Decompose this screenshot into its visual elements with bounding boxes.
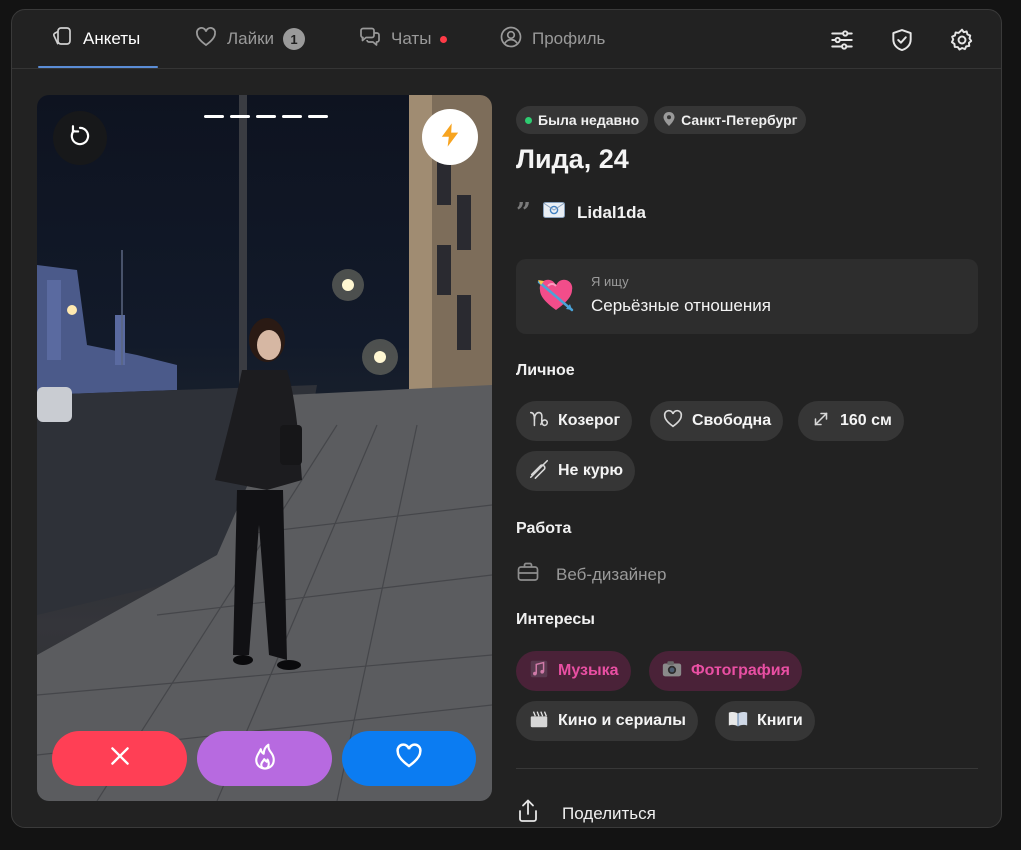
- tab-label: Чаты: [391, 29, 432, 48]
- online-status-text: Была недавно: [538, 112, 640, 128]
- social-handle-row: ” Lidal1da: [516, 197, 646, 228]
- status-row: Была недавно Санкт-Петербург: [516, 106, 979, 134]
- online-dot: [525, 116, 532, 124]
- photo-progress-indicator: [204, 115, 328, 118]
- undo-rotate-icon: [67, 123, 93, 154]
- interest-text: Музыка: [558, 662, 619, 679]
- tab-label: Профиль: [532, 29, 606, 48]
- unread-dot: [440, 35, 448, 43]
- tab-chats[interactable]: Чаты: [358, 10, 448, 68]
- shield-check-icon[interactable]: [888, 26, 916, 54]
- work-section-title: Работа: [516, 520, 572, 537]
- undo-button[interactable]: [53, 111, 107, 165]
- heart-icon: [194, 25, 218, 54]
- super-like-flame-icon: [250, 741, 280, 776]
- interest-pill-photo: Фотография: [649, 651, 802, 691]
- personal-section-title: Личное: [516, 362, 575, 379]
- tab-profile[interactable]: Профиль: [499, 10, 605, 68]
- looking-for-value: Серьёзные отношения: [591, 296, 771, 315]
- photo-progress-segment: [308, 115, 328, 118]
- relationship-text: Свободна: [692, 412, 772, 429]
- online-status-chip: Была недавно: [516, 106, 649, 134]
- chat-bubbles-icon: [358, 25, 382, 54]
- interest-pill-books: Книги: [715, 701, 815, 741]
- job-row: Веб-дизайнер: [516, 560, 666, 589]
- no-smoking-icon: [528, 458, 550, 485]
- share-label: Поделиться: [562, 803, 656, 823]
- top-nav: Анкеты Лайки 1 Чаты Профиль: [12, 10, 1001, 69]
- photo-progress-segment: [282, 115, 302, 118]
- smoking-text: Не курю: [558, 462, 624, 479]
- interest-text: Кино и сериалы: [558, 712, 686, 729]
- filters-icon[interactable]: [828, 26, 856, 54]
- relationship-status-pill: Свободна: [650, 401, 784, 441]
- looking-for-card: Я ищу Серьёзные отношения: [516, 259, 978, 334]
- profile-photo: [37, 95, 492, 801]
- zodiac-pill: Козерог: [516, 401, 633, 441]
- interest-pill-movies: Кино и сериалы: [516, 701, 698, 741]
- briefcase-icon: [516, 560, 540, 589]
- tab-ankety[interactable]: Анкеты: [50, 10, 140, 68]
- profile-name-age: Лида, 24: [516, 144, 629, 174]
- capricorn-icon: [528, 408, 550, 435]
- heart-arrow-icon: [536, 276, 576, 321]
- interests-section-title: Интересы: [516, 611, 595, 628]
- app-window: Анкеты Лайки 1 Чаты Профиль Была недавно…: [11, 9, 1002, 828]
- user-circle-icon: [499, 25, 523, 54]
- heart-outline-icon: [662, 408, 684, 435]
- clapperboard-icon: [528, 708, 550, 735]
- boost-button[interactable]: [422, 109, 478, 165]
- interest-text: Фотография: [691, 662, 790, 679]
- expand-arrows-icon: [810, 408, 832, 435]
- photo-progress-segment: [256, 115, 276, 118]
- music-notes-icon: [528, 658, 550, 685]
- city-chip: Санкт-Петербург: [654, 106, 807, 134]
- dislike-button[interactable]: [52, 731, 187, 786]
- settings-gear-icon[interactable]: [948, 26, 976, 54]
- active-tab-indicator: [38, 66, 158, 68]
- super-like-button[interactable]: [197, 731, 332, 786]
- city-text: Санкт-Петербург: [681, 112, 798, 128]
- lightning-icon: [436, 121, 464, 154]
- height-pill: 160 см: [798, 401, 904, 441]
- social-handle[interactable]: Lidal1da: [577, 203, 646, 223]
- tab-label: Лайки: [227, 29, 275, 48]
- tab-likes[interactable]: Лайки 1: [194, 10, 306, 68]
- interest-pill-music: Музыка: [516, 651, 631, 691]
- photo-progress-segment: [230, 115, 250, 118]
- like-heart-icon: [394, 741, 424, 776]
- photo-progress-segment: [204, 115, 224, 118]
- divider: [516, 768, 978, 769]
- tab-label: Анкеты: [83, 29, 141, 48]
- open-book-icon: [727, 708, 749, 735]
- job-title: Веб-дизайнер: [556, 564, 667, 584]
- dislike-x-icon: [107, 743, 133, 774]
- likes-count-badge: 1: [283, 28, 306, 50]
- cards-icon: [50, 25, 74, 54]
- height-text: 160 см: [840, 412, 892, 429]
- looking-for-label: Я ищу: [591, 274, 629, 289]
- profile-photo-card[interactable]: [37, 95, 492, 801]
- quote-icon: ”: [516, 197, 531, 228]
- like-button[interactable]: [342, 731, 476, 786]
- share-upload-icon: [516, 798, 540, 827]
- zodiac-text: Козерог: [558, 412, 621, 429]
- smoking-pill: Не курю: [516, 451, 636, 491]
- profile-details: Была недавно Санкт-Петербург Лида, 24 ” …: [516, 106, 979, 823]
- camera-icon: [661, 658, 683, 685]
- location-pin-icon: [663, 111, 675, 129]
- share-button[interactable]: Поделиться: [516, 798, 656, 827]
- interest-text: Книги: [757, 712, 803, 729]
- email-envelope-icon: [542, 202, 565, 223]
